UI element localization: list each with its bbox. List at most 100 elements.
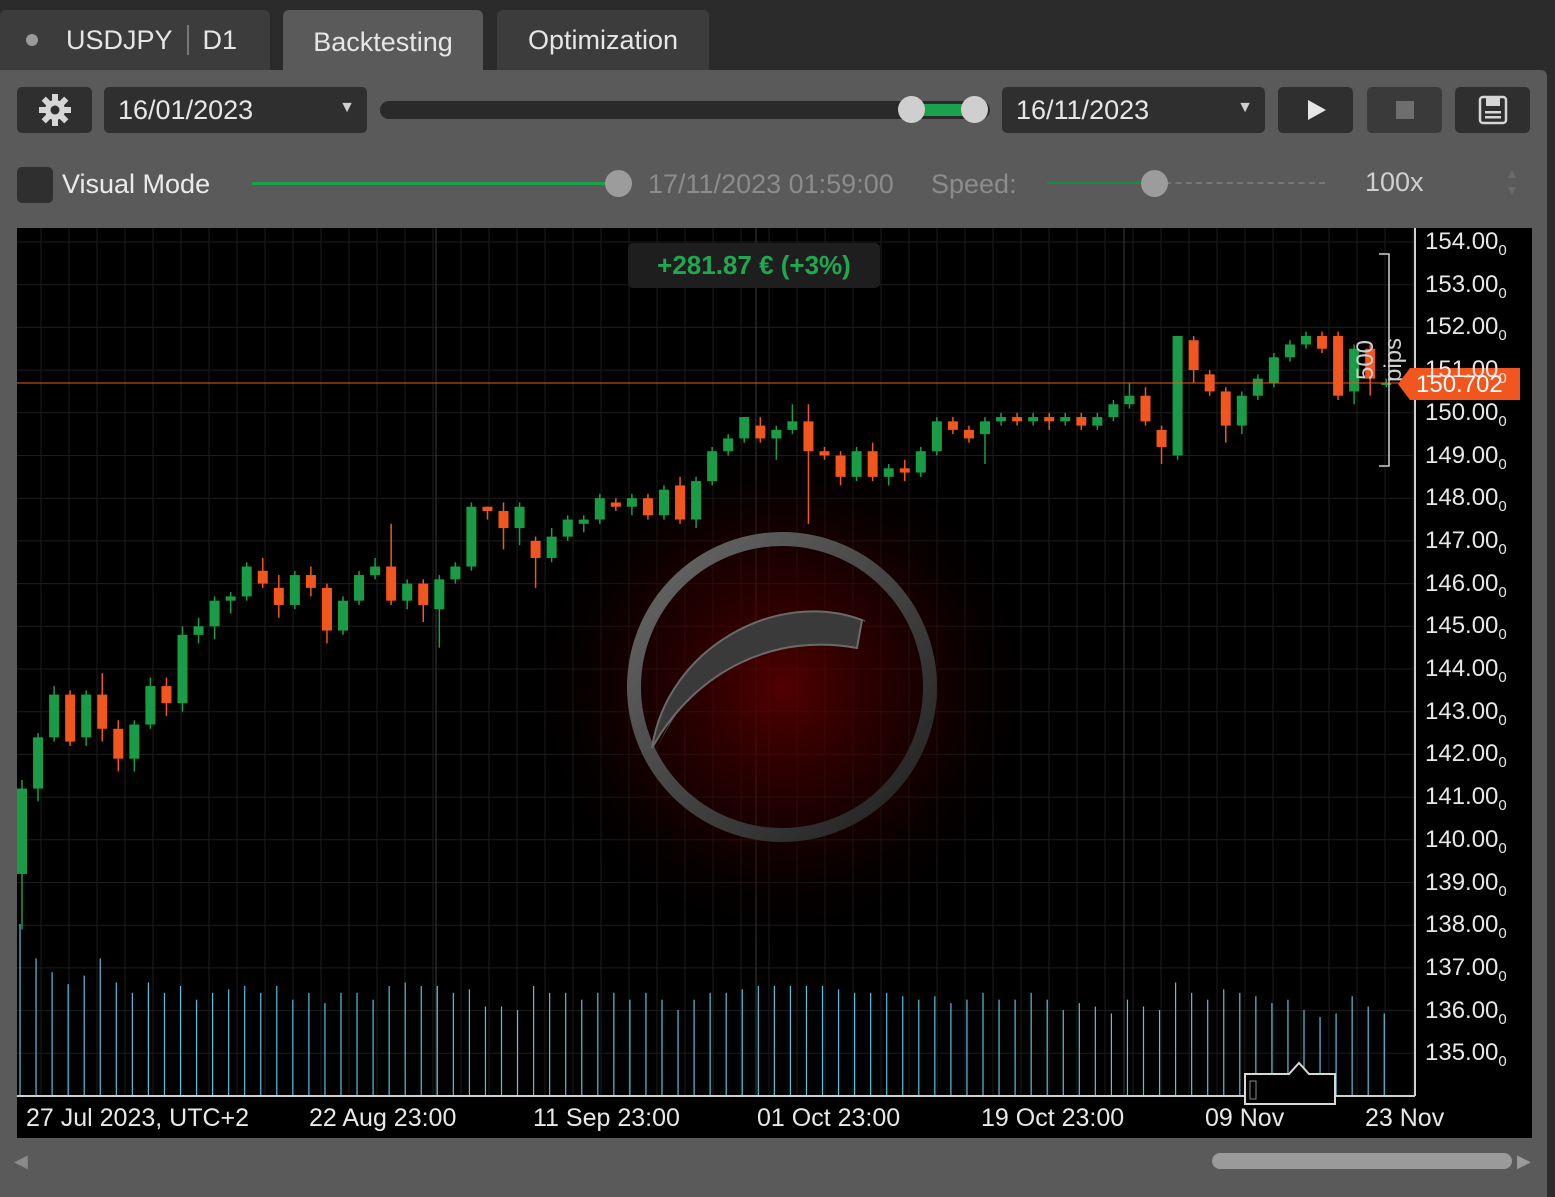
- candle-body: [402, 583, 413, 601]
- candle-body: [723, 438, 734, 452]
- candle-body: [675, 485, 686, 520]
- tab-bar: USDJPY D1 Backtesting Optimization: [0, 0, 1555, 70]
- candle-body: [161, 686, 172, 704]
- candle-body: [321, 587, 332, 631]
- y-axis-label-subscript: 0: [1498, 1053, 1507, 1071]
- speed-handle[interactable]: [1141, 170, 1168, 197]
- tab-backtesting[interactable]: Backtesting: [283, 10, 483, 70]
- y-axis-label: 144.000: [1425, 655, 1507, 686]
- y-axis-label-value: 154.00: [1425, 228, 1499, 255]
- candle-body: [835, 455, 846, 477]
- speed-track[interactable]: [1155, 182, 1325, 184]
- x-label-1: 22 Aug 23:00: [309, 1104, 457, 1132]
- candle-body: [1076, 417, 1087, 426]
- start-date-select[interactable]: 16/01/2023 ▼: [104, 87, 367, 133]
- candle-body: [996, 417, 1007, 422]
- speed-spinner[interactable]: ▲ ▼: [1505, 165, 1519, 199]
- chevron-down-icon: ▼: [1237, 99, 1253, 116]
- scroll-left-icon[interactable]: ◀: [14, 1151, 28, 1172]
- candle-body: [17, 788, 27, 874]
- scroll-right-icon[interactable]: ▶: [1517, 1151, 1531, 1172]
- tab-backtesting-label: Backtesting: [313, 26, 453, 57]
- candle-body: [177, 634, 188, 704]
- candle-body: [289, 575, 300, 605]
- candle-body: [642, 498, 653, 516]
- stop-icon: [1395, 101, 1414, 119]
- horizontal-scrollbar-thumb[interactable]: [1212, 1153, 1512, 1169]
- candle-body: [578, 519, 589, 524]
- y-axis-label-subscript: 0: [1498, 796, 1507, 814]
- y-axis-label: 149.000: [1425, 442, 1507, 473]
- candle-body: [65, 694, 76, 742]
- y-axis-label-subscript: 0: [1498, 241, 1507, 259]
- y-axis-label-value: 151.00: [1425, 356, 1499, 384]
- y-axis-label-value: 141.00: [1425, 783, 1499, 811]
- candle-body: [33, 737, 44, 789]
- candle-body: [113, 728, 124, 759]
- candle-body: [129, 724, 140, 759]
- y-axis-label: 138.000: [1425, 911, 1507, 942]
- tab-symbol[interactable]: USDJPY D1: [0, 10, 270, 70]
- price-chart[interactable]: [17, 228, 1532, 1138]
- symbol-label: USDJPY: [66, 24, 173, 55]
- candle-body: [819, 451, 830, 456]
- range-start-handle[interactable]: [898, 96, 925, 123]
- candle-body: [1172, 335, 1183, 456]
- visual-mode-checkbox[interactable]: [17, 167, 53, 203]
- x-label-0: 27 Jul 2023, UTC+2: [26, 1104, 250, 1132]
- y-axis-label: 136.000: [1425, 997, 1507, 1028]
- y-axis-label-subscript: 0: [1498, 284, 1507, 302]
- y-axis-label-subscript: 0: [1498, 540, 1507, 558]
- y-axis-label-subscript: 0: [1498, 626, 1507, 644]
- candle-body: [81, 694, 92, 738]
- progress-handle[interactable]: [605, 170, 632, 197]
- y-axis-label: 135.000: [1425, 1039, 1507, 1070]
- progress-track: [252, 182, 622, 185]
- candle-body: [771, 429, 782, 439]
- speed-value: 100x: [1365, 167, 1424, 197]
- current-time-label: 17/11/2023 01:59:00: [648, 169, 894, 199]
- status-dot: [26, 34, 38, 46]
- y-axis-label-subscript: 0: [1498, 369, 1507, 387]
- candle-body: [659, 489, 669, 516]
- candle-body: [1060, 417, 1071, 422]
- candle-body: [691, 481, 702, 520]
- save-button[interactable]: [1455, 87, 1530, 133]
- candle-body: [1188, 340, 1199, 371]
- candle-body: [209, 600, 220, 627]
- y-axis-label-subscript: 0: [1498, 497, 1507, 515]
- stop-button[interactable]: [1367, 87, 1442, 133]
- candle-body: [354, 575, 365, 601]
- range-end-handle[interactable]: [961, 96, 988, 123]
- save-icon: [1478, 95, 1507, 125]
- candle-body: [899, 468, 910, 473]
- y-axis-label-value: 143.00: [1425, 697, 1499, 725]
- candle-body: [963, 429, 974, 439]
- candle-body: [594, 498, 605, 520]
- y-axis-label-value: 149.00: [1425, 441, 1499, 469]
- scroll-navigator[interactable]: [1244, 1061, 1336, 1105]
- candle-body: [915, 451, 926, 473]
- candle-body: [1028, 417, 1039, 422]
- end-date-select[interactable]: 16/11/2023 ▼: [1002, 87, 1265, 133]
- y-axis-label: 150.000: [1425, 399, 1507, 430]
- candle-body: [97, 694, 108, 729]
- tab-optimization[interactable]: Optimization: [497, 10, 709, 70]
- chart-canvas: [17, 228, 1416, 1105]
- y-axis-label-value: 152.00: [1425, 313, 1499, 341]
- play-button[interactable]: [1278, 87, 1353, 133]
- candle-body: [434, 579, 445, 610]
- y-axis-label: 154.000: [1425, 228, 1507, 259]
- candle-body: [707, 451, 718, 482]
- candle-body: [1333, 335, 1344, 396]
- candle-body: [466, 506, 477, 567]
- candle-body: [883, 468, 894, 477]
- candle-body: [386, 566, 397, 601]
- candle-body: [482, 506, 493, 512]
- y-axis-label: 142.000: [1425, 740, 1507, 771]
- y-axis-label-subscript: 0: [1498, 924, 1507, 942]
- candle-body: [145, 686, 156, 725]
- tab-optimization-label: Optimization: [527, 24, 679, 55]
- settings-button[interactable]: [17, 87, 92, 133]
- speed-label: Speed:: [931, 169, 1017, 199]
